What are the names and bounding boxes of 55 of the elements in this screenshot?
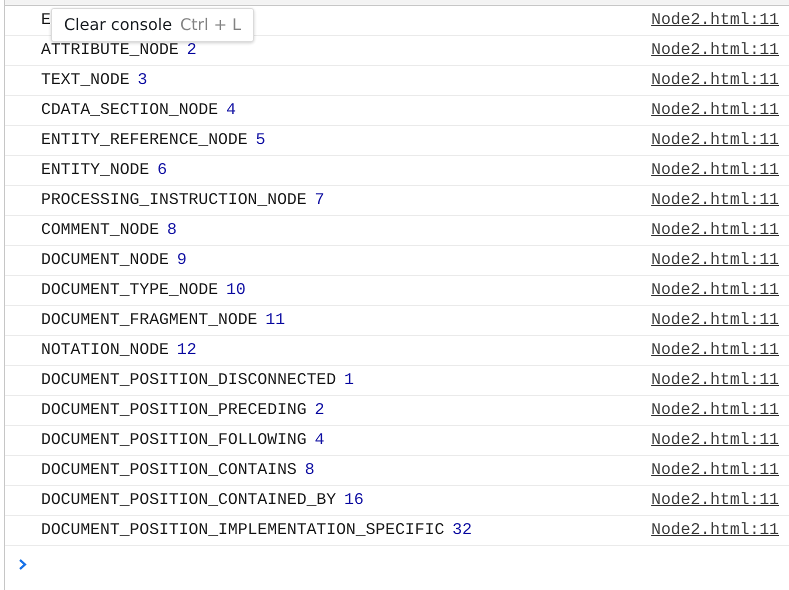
log-text: NOTATION_NODE [41,340,169,360]
log-value: 2 [314,400,324,420]
log-value: 4 [314,430,324,450]
source-link[interactable]: Node2.html:11 [651,128,779,153]
log-text: DOCUMENT_FRAGMENT_NODE [41,310,258,330]
log-text: DOCUMENT_POSITION_FOLLOWING [41,430,307,450]
log-text: DOCUMENT_NODE [41,250,169,270]
log-value: 16 [344,490,364,510]
source-link[interactable]: Node2.html:11 [651,338,779,363]
log-text: DOCUMENT_POSITION_CONTAINED_BY [41,490,336,510]
log-text: CDATA_SECTION_NODE [41,100,218,120]
log-value: 10 [226,280,246,300]
log-text: TEXT_NODE [41,70,130,90]
source-link[interactable]: Node2.html:11 [651,278,779,303]
log-value: 8 [167,220,177,240]
log-value: 3 [138,70,148,90]
source-link[interactable]: Node2.html:11 [651,98,779,123]
source-link[interactable]: Node2.html:11 [651,488,779,513]
source-link[interactable]: Node2.html:11 [651,158,779,183]
log-value: 5 [256,130,266,150]
log-text: PROCESSING_INSTRUCTION_NODE [41,190,307,210]
log-value: 11 [265,310,286,330]
log-text: COMMENT_NODE [41,220,160,240]
log-value: 8 [304,460,315,480]
source-link[interactable]: Node2.html:11 [651,458,779,483]
source-link[interactable]: Node2.html:11 [651,188,779,213]
log-text: DOCUMENT_POSITION_DISCONNECTED [41,370,336,390]
log-text: ENTITY_NODE [41,160,150,180]
log-value: 1 [344,370,354,390]
log-value: 9 [176,250,187,270]
source-link[interactable]: Node2.html:11 [651,368,779,393]
tooltip: Clear console Ctrl + L [51,8,254,42]
source-link[interactable]: Node2.html:11 [651,8,779,33]
log-text: DOCUMENT_POSITION_CONTAINS [41,460,297,480]
log-value: 32 [452,520,472,540]
log-value: 7 [314,190,324,210]
log-text: DOCUMENT_TYPE_NODE [41,280,218,300]
log-text: E [41,10,51,30]
log-text: ENTITY_REFERENCE_NODE [41,130,248,150]
source-link[interactable]: Node2.html:11 [651,248,779,273]
source-link[interactable]: Node2.html:11 [651,308,779,333]
source-link[interactable]: Node2.html:11 [651,218,779,243]
source-link[interactable]: Node2.html:11 [651,428,779,453]
source-link[interactable]: Node2.html:11 [651,398,779,423]
source-link[interactable]: Node2.html:11 [651,38,779,63]
source-link[interactable]: Node2.html:11 [651,518,779,543]
log-text: ATTRIBUTE_NODE [41,40,179,60]
log-value: 4 [226,100,236,120]
log-text: DOCUMENT_POSITION_PRECEDING [41,400,307,420]
log-text: DOCUMENT_POSITION_IMPLEMENTATION_SPECIFIC [41,520,444,540]
log-value: 12 [176,340,197,360]
prompt-chevron-icon [19,559,27,570]
source-link[interactable]: Node2.html:11 [651,68,779,93]
log-value: 6 [157,160,168,180]
log-value: 2 [186,40,197,60]
